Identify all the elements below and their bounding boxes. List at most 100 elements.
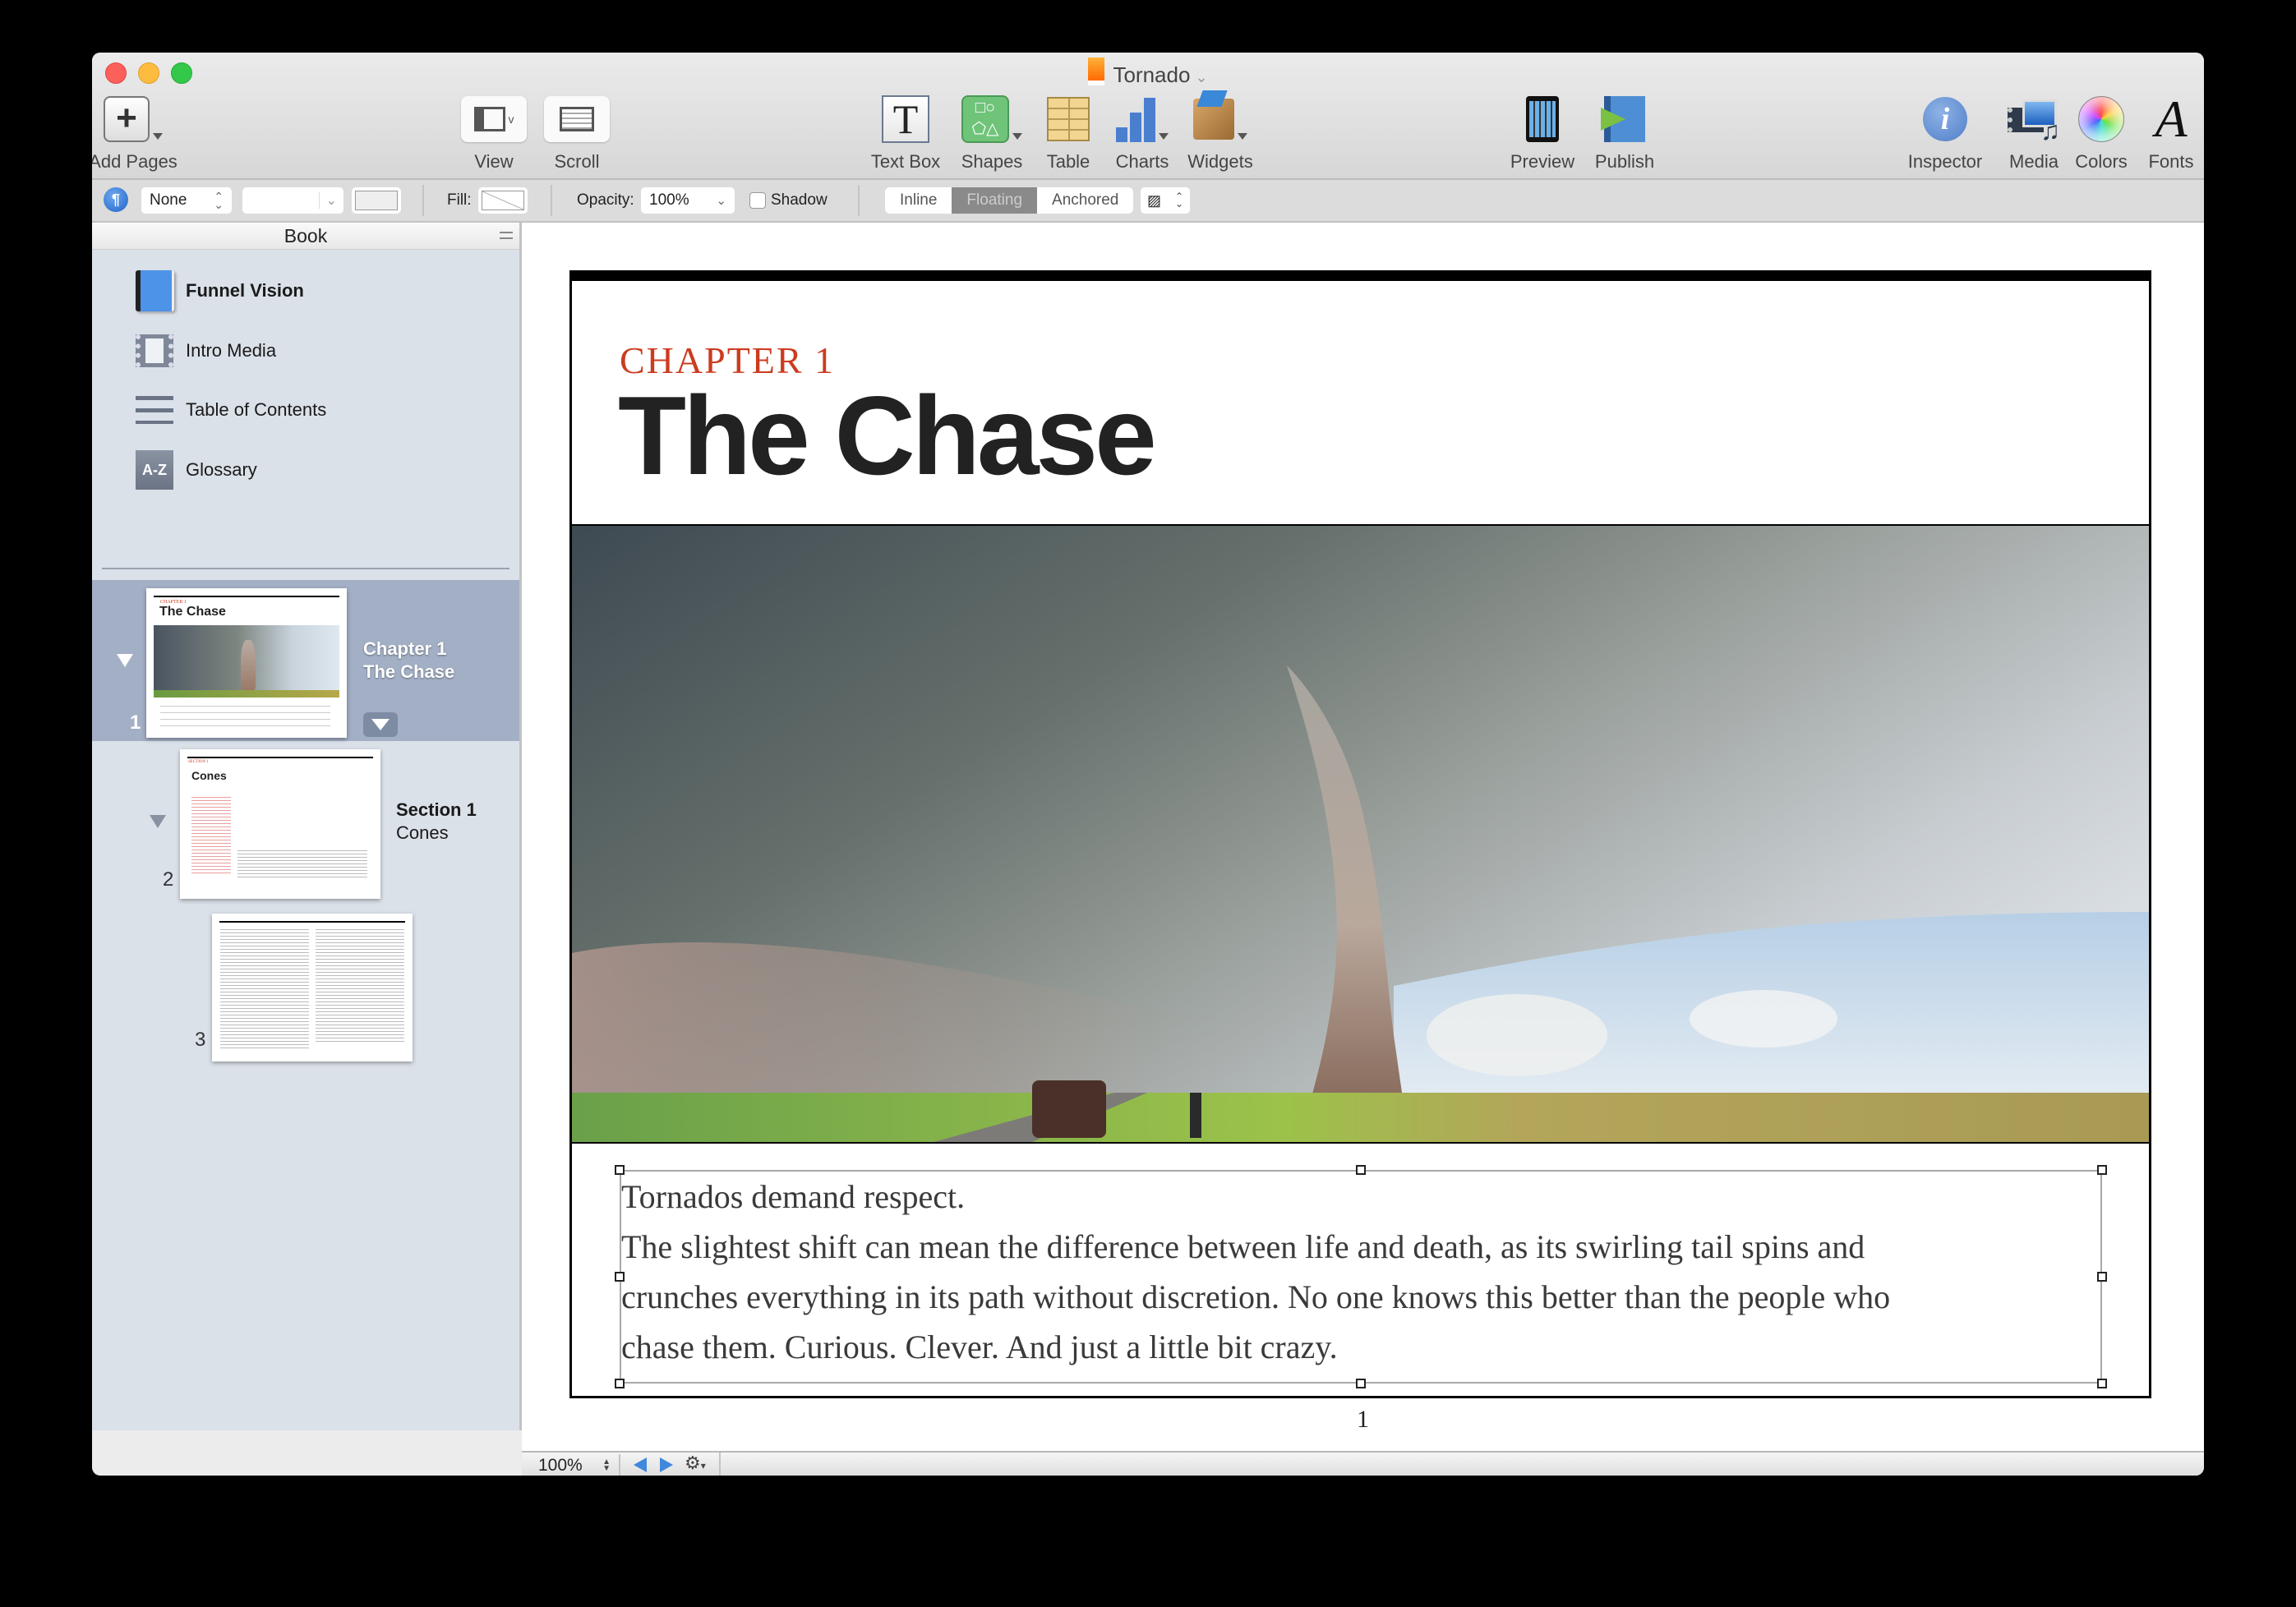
scroll-button[interactable]: Scroll — [542, 94, 611, 173]
shadow-checkbox[interactable] — [749, 192, 766, 209]
info-icon: i — [1923, 97, 1967, 141]
window-title-text: Tornado — [1113, 62, 1191, 87]
stepper-icon: ▲ ▼ — [602, 1457, 611, 1473]
preview-button[interactable]: Preview — [1501, 94, 1584, 173]
status-bar: 100% ▲ ▼ ⚙▾ — [522, 1451, 2204, 1476]
dropdown-arrow-icon — [1012, 133, 1022, 140]
color-wheel-icon — [2078, 96, 2124, 142]
resize-handle-top-right[interactable] — [2097, 1165, 2107, 1175]
color-swatch — [355, 191, 398, 210]
sidebar-item-intro-media[interactable]: Intro Media — [135, 330, 276, 371]
media-icon: ♫ — [2008, 99, 2060, 145]
inspector-button[interactable]: i Inspector — [1900, 94, 1990, 173]
resize-handle-bottom-right[interactable] — [2097, 1379, 2107, 1388]
dropdown-arrow-icon — [1238, 133, 1247, 140]
media-button[interactable]: ♫ Media — [1997, 94, 2071, 173]
zoom-select[interactable]: 100% ▲ ▼ — [522, 1454, 620, 1476]
sidebar-item-funnel-vision[interactable]: Funnel Vision — [135, 270, 304, 311]
publish-button[interactable]: Publish — [1584, 94, 1666, 173]
next-page-button[interactable] — [660, 1457, 673, 1472]
text-wrap-select[interactable]: ▨ ⌃ ⌄ — [1141, 187, 1190, 214]
charts-label: Charts — [1115, 151, 1169, 172]
shapes-button[interactable]: □○ ⬠△ Shapes — [951, 94, 1033, 173]
resize-handle-left[interactable] — [615, 1272, 625, 1282]
separator — [858, 185, 860, 216]
sidebar-item-glossary[interactable]: A-Z Glossary — [135, 449, 257, 490]
document-page[interactable]: CHAPTER 1 The Chase Tornados demand resp… — [569, 270, 2151, 1398]
body-text-box[interactable]: Tornados demand respect. The slightest s… — [615, 1165, 2107, 1388]
sidebar-item-table-of-contents[interactable]: Table of Contents — [135, 389, 326, 431]
gear-icon[interactable]: ⚙▾ — [685, 1453, 706, 1474]
sidebar-item-label: Funnel Vision — [186, 280, 304, 301]
list-icon — [135, 389, 174, 431]
thumbnail-section-label: SECTION 1 — [188, 760, 209, 764]
page-thumbnail[interactable] — [212, 914, 413, 1061]
sidebar-item-label: Glossary — [186, 459, 257, 480]
widgets-label: Widgets — [1187, 151, 1253, 172]
placement-inline[interactable]: Inline — [885, 187, 952, 214]
opacity-label: Opacity: — [577, 191, 634, 209]
charts-button[interactable]: Charts — [1101, 94, 1183, 173]
paragraph-style-select[interactable]: None ⌃ ⌄ — [141, 187, 232, 214]
text-box-button[interactable]: T Text Box — [864, 94, 947, 173]
glossary-icon-text: A-Z — [136, 450, 173, 490]
stroke-color-well[interactable] — [352, 187, 401, 214]
stepper-icon: ⌃ ⌄ — [214, 190, 224, 211]
page-title: Section 1 Cones — [396, 799, 477, 845]
sidebar-item-label: Table of Contents — [186, 399, 327, 420]
dropdown-arrow-icon — [1159, 133, 1169, 140]
book-sidebar: Book Funnel Vision Intro Media Table of … — [92, 223, 522, 1430]
window-title[interactable]: Tornado ⌄ — [92, 58, 2204, 88]
add-pages-label: Add Pages — [92, 151, 178, 172]
chapter-title[interactable]: The Chase — [618, 371, 1157, 500]
sidebar-title: Book — [284, 225, 328, 246]
disclosure-triangle-icon[interactable] — [150, 815, 166, 828]
thumbnail-sidebar-text — [191, 794, 231, 873]
glossary-icon: A-Z — [135, 449, 174, 490]
disclosure-triangle-icon[interactable] — [117, 654, 133, 667]
film-icon — [135, 330, 174, 371]
publish-label: Publish — [1594, 151, 1655, 172]
paragraph-styles-icon[interactable]: ¶ — [104, 187, 128, 212]
dropdown-arrow-icon — [153, 133, 163, 140]
resize-handle-bottom-left[interactable] — [615, 1379, 625, 1388]
add-pages-button[interactable]: + Add Pages — [92, 94, 182, 173]
resize-handle-bottom[interactable] — [1356, 1379, 1366, 1388]
fill-color-well[interactable] — [478, 187, 528, 214]
resize-handle-right[interactable] — [2097, 1272, 2107, 1282]
page-thumbnail-row-selected[interactable]: 1 CHAPTER 1 The Chase Chapter 1 The Chas… — [92, 580, 519, 741]
thumbnail-text — [160, 702, 330, 729]
colors-button[interactable]: Colors — [2064, 94, 2138, 173]
page-number: 1 — [1357, 1406, 1369, 1433]
view-icon: v — [461, 96, 527, 142]
widgets-icon — [1193, 90, 1234, 140]
page-thumbnail[interactable]: CHAPTER 1 The Chase — [146, 588, 347, 738]
view-button[interactable]: v View — [459, 94, 528, 173]
thumbnail-text — [220, 927, 309, 1050]
widgets-button[interactable]: Widgets — [1175, 90, 1266, 173]
document-canvas[interactable]: CHAPTER 1 The Chase Tornados demand resp… — [522, 223, 2204, 1451]
thumbnail-title: Cones — [191, 769, 227, 782]
shadow-label: Shadow — [771, 191, 828, 209]
fonts-button[interactable]: A Fonts — [2138, 93, 2204, 173]
chevron-down-icon: ⌄ — [318, 192, 337, 209]
resize-handle-top-left[interactable] — [615, 1165, 625, 1175]
opacity-combo[interactable]: 100% ⌄ — [641, 187, 735, 214]
body-text-line: chase them. Curious. Clever. And just a … — [621, 1328, 1338, 1365]
page-thumbnail[interactable]: SECTION 1 Cones — [180, 749, 380, 899]
page-thumbnail-row[interactable]: 2 SECTION 1 Cones Section 1 Cones — [92, 741, 519, 905]
sidebar-menu-icon[interactable] — [500, 228, 513, 243]
placement-anchored[interactable]: Anchored — [1037, 187, 1133, 214]
placement-floating[interactable]: Floating — [952, 187, 1038, 214]
border-style-select[interactable]: ⌄ — [242, 187, 343, 214]
tornado-photo[interactable] — [572, 524, 2149, 1144]
page-options-button[interactable] — [363, 712, 398, 737]
table-button[interactable]: Table — [1031, 94, 1105, 173]
previous-page-button[interactable] — [634, 1457, 647, 1472]
toolbar: Tornado ⌄ + Add Pages v View Scroll T Tex… — [92, 53, 2204, 180]
page-thumbnail-row[interactable]: 3 — [92, 905, 519, 1070]
sidebar-divider — [102, 568, 509, 569]
sidebar-item-label: Intro Media — [186, 340, 277, 361]
resize-handle-top[interactable] — [1356, 1165, 1366, 1175]
page-number-label: 3 — [195, 1029, 206, 1051]
